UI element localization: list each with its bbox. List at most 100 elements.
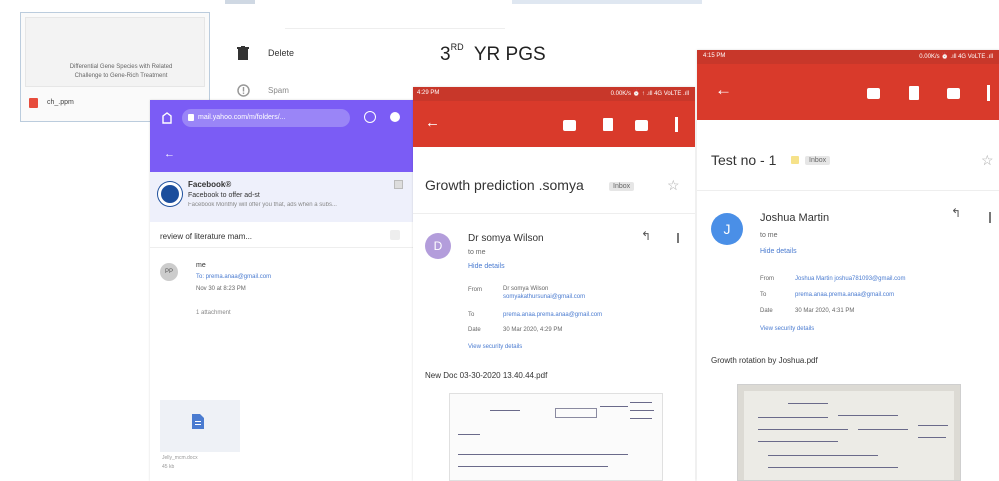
lock-icon [188,114,194,121]
from-value-email: somyakathursunai@gmail.com [503,294,586,300]
url-input[interactable]: mail.yahoo.com/m/folders/... [182,109,350,127]
checkbox-icon[interactable] [394,180,403,189]
date-line: Nov 30 at 8:23 PM [196,286,246,292]
star-icon[interactable]: ☆ [981,152,994,169]
more-vert-icon[interactable] [989,212,991,223]
recipient: to me [468,249,486,256]
thread-subject-row[interactable]: review of literature mam... [150,224,416,248]
hide-details-link[interactable]: Hide details [760,248,797,255]
attachment-size: 45 kb [162,464,175,470]
attachment-preview[interactable] [449,393,663,481]
page-title-rest: YR PGS [473,44,546,65]
yahoo-mail-screen: mail.yahoo.com/m/folders/... ← Facebook®… [150,100,416,481]
from-label: From [468,287,482,293]
attachments-count[interactable]: 1 attachment [196,310,231,316]
back-arrow-icon[interactable]: ← [425,114,440,131]
to-value: prema.anaa.prema.anaa@gmail.com [795,292,895,298]
date-label: Date [760,308,773,314]
email-subject: Growth prediction .somya [425,177,584,193]
more-vert-icon[interactable] [675,117,678,132]
gmail-screen-joshua: 4:15 PM 0.00K/s ⏰ .ıll 4G VoLTE .ıll ← T… [697,50,999,481]
mail-icon[interactable] [635,120,648,131]
home-icon[interactable] [162,111,172,129]
sender-name: Facebook® [188,180,232,189]
sender-avatar: J [711,213,743,245]
delete-icon[interactable] [909,86,919,100]
app-bar: ← [413,101,695,147]
status-icons: 0.00K/s ⏰ .ıll 4G VoLTE .ıll [919,54,993,60]
inbox-label[interactable]: Inbox [609,182,635,191]
trash-icon [237,46,249,65]
thread-subject: review of literature mam... [160,232,253,241]
more-vert-icon[interactable] [987,85,990,101]
delete-icon[interactable] [603,118,613,131]
divider [413,213,695,214]
subject-row: Test no - 1 Inbox ☆ [697,146,999,176]
back-arrow-icon[interactable]: ← [164,148,175,160]
star-icon[interactable]: ☆ [667,177,680,194]
menu-dots-icon[interactable] [390,112,400,122]
document-icon [192,414,204,434]
top-strip [512,0,702,4]
reply-icon[interactable]: ↰ [641,229,651,243]
list-item-facebook[interactable]: Facebook® Facebook to offer ad-st Facebo… [150,172,416,222]
menu-item-label: Delete [268,48,295,58]
back-arrow-icon[interactable]: ← [715,80,732,100]
from-value-name: Dr somya Wilson [503,286,549,292]
more-vert-icon[interactable] [677,233,679,243]
recipient: to me [760,232,778,239]
hide-details-link[interactable]: Hide details [468,263,505,270]
subject-row: Growth prediction .somya Inbox ☆ [413,171,695,201]
sender-avatar: D [425,233,451,259]
archive-icon[interactable] [867,88,880,99]
preview-line-1: Differential Gene Species with Related [69,64,173,70]
sender-name: me [196,262,206,269]
to-line: To: prema.anaa@gmail.com [196,274,272,280]
file-name: ch_.ppm [47,99,74,106]
page-title-sup: RD [450,42,464,52]
date-label: Date [468,327,481,333]
url-text: mail.yahoo.com/m/folders/... [198,114,286,121]
status-time: 4:29 PM [417,90,440,96]
date-value: 30 Mar 2020, 4:31 PM [795,308,855,314]
page-title: 3RD YR PGS [440,42,546,66]
status-icons: 0.00K/s ⏰ ↑ .ıll 4G VoLTE .ıll [610,91,689,97]
attachment-tile[interactable] [160,400,240,452]
star-icon[interactable] [390,230,400,240]
attachment-name[interactable]: New Doc 03-30-2020 13.40.44.pdf [425,371,547,380]
facebook-avatar [158,182,182,206]
date-value: 30 Mar 2020, 4:29 PM [503,327,563,333]
status-bar: 4:29 PM 0.00K/s ⏰ ↑ .ıll 4G VoLTE .ıll [413,87,695,101]
attachment-name: Jelly_mcm.docx [162,455,198,461]
preview-area: Differential Gene Species with Related C… [25,17,205,87]
preview-line-2: Challenge to Gene-Rich Treatment [74,73,168,79]
divider [697,190,999,191]
mail-icon[interactable] [947,88,960,99]
to-label: To [760,292,767,298]
email-subject: Test no - 1 [711,152,777,168]
important-marker-icon[interactable] [791,156,799,164]
menu-item-spam[interactable]: Spam [235,82,435,102]
menu-top-divider [225,0,255,4]
preview: Facebook Monthly will offer you that, ad… [188,202,337,208]
sender-name: Joshua Martin [760,212,830,224]
security-link[interactable]: View security details [760,326,814,332]
attachment-name[interactable]: Growth rotation by Joshua.pdf [711,356,818,365]
reply-icon[interactable]: ↰ [951,206,961,220]
gmail-screen-somya: 4:29 PM 0.00K/s ⏰ ↑ .ıll 4G VoLTE .ıll ←… [413,87,695,481]
menu-top-divider-2 [285,28,505,29]
attachment-preview[interactable] [737,384,961,481]
archive-icon[interactable] [563,120,576,131]
tabs-icon[interactable] [364,111,376,123]
menu-item-label: Spam [268,86,289,95]
security-link[interactable]: View security details [468,344,522,350]
menu-item-delete[interactable]: Delete [235,44,435,64]
inbox-label[interactable]: Inbox [805,156,831,165]
status-time: 4:15 PM [703,53,726,59]
sender-avatar: PP [160,263,178,281]
pdf-icon [29,98,38,108]
from-label: From [760,276,774,282]
message-header: PP me To: prema.anaa@gmail.com Nov 30 at… [150,258,416,338]
to-label: To [468,312,475,318]
sender-name: Dr somya Wilson [468,233,544,244]
